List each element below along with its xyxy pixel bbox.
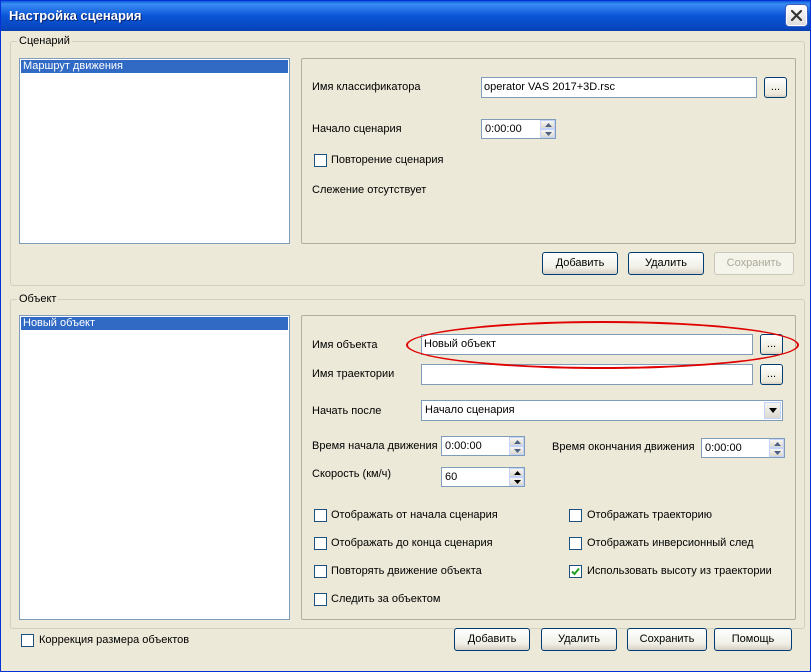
- speed-label: Скорость (км/ч): [312, 468, 392, 480]
- start-after-dropdown-button[interactable]: [764, 402, 781, 419]
- scenario-list[interactable]: Маршрут движения: [19, 58, 290, 244]
- spin-up-button[interactable]: [509, 468, 524, 477]
- trajectory-name-label: Имя траектории: [312, 368, 395, 380]
- trajectory-browse-button[interactable]: ...: [760, 364, 783, 385]
- show-contrail-checkbox[interactable]: [569, 537, 582, 550]
- use-trajectory-height-label: Использовать высоту из траектории: [587, 565, 772, 577]
- move-end-label: Время окончания движения: [552, 441, 695, 453]
- show-until-end-label: Отображать до конца сценария: [331, 537, 493, 549]
- start-after-value: Начало сценария: [425, 404, 515, 416]
- list-item[interactable]: Новый объект: [21, 317, 288, 330]
- object-name-input[interactable]: Новый объект: [421, 334, 753, 355]
- scenario-group-legend: Сценарий: [17, 35, 72, 48]
- move-end-time-value: 0:00:00: [705, 442, 742, 454]
- scenario-start-time-value: 0:00:00: [485, 123, 522, 135]
- show-trajectory-checkbox[interactable]: [569, 509, 582, 522]
- close-button[interactable]: [786, 5, 807, 26]
- move-start-label: Время начала движения: [312, 440, 438, 452]
- scenario-delete-button[interactable]: Удалить: [628, 252, 704, 275]
- object-save-button[interactable]: Сохранить: [627, 628, 707, 651]
- spin-up-button[interactable]: [769, 439, 784, 448]
- object-group-legend: Объект: [17, 293, 59, 306]
- classifier-input[interactable]: operator VAS 2017+3D.rsc: [481, 77, 757, 98]
- repeat-object-movement-checkbox[interactable]: [314, 565, 327, 578]
- help-button[interactable]: Помощь: [714, 628, 792, 651]
- scenario-settings-dialog: Настройка сценария Сценарий Маршрут движ…: [0, 0, 811, 672]
- object-name-browse-button[interactable]: ...: [760, 334, 783, 355]
- classifier-label: Имя классификатора: [312, 81, 421, 93]
- repeat-scenario-checkbox[interactable]: [314, 154, 327, 167]
- list-item[interactable]: Маршрут движения: [21, 60, 288, 73]
- move-start-time-value: 0:00:00: [445, 440, 482, 452]
- trajectory-name-input[interactable]: [421, 364, 753, 385]
- follow-object-checkbox[interactable]: [314, 593, 327, 606]
- scenario-add-button[interactable]: Добавить: [542, 252, 618, 275]
- scenario-start-label: Начало сценария: [312, 123, 402, 135]
- use-trajectory-height-checkbox[interactable]: [569, 565, 582, 578]
- spin-down-button[interactable]: [509, 477, 524, 486]
- classifier-browse-button[interactable]: ...: [764, 77, 787, 98]
- spin-down-button[interactable]: [540, 129, 555, 138]
- spin-down-button[interactable]: [509, 446, 524, 455]
- scenario-save-button[interactable]: Сохранить: [714, 252, 794, 275]
- object-add-button[interactable]: Добавить: [454, 628, 530, 651]
- start-after-select[interactable]: Начало сценария: [421, 400, 783, 421]
- spin-up-button[interactable]: [509, 437, 524, 446]
- repeat-scenario-label: Повторение сценария: [331, 154, 444, 166]
- resize-correction-checkbox[interactable]: [21, 634, 34, 647]
- window-title: Настройка сценария: [9, 8, 142, 23]
- scenario-start-time-spinner[interactable]: 0:00:00: [481, 119, 556, 139]
- start-after-label: Начать после: [312, 405, 382, 417]
- spin-down-button[interactable]: [769, 448, 784, 457]
- move-end-time-spinner[interactable]: 0:00:00: [701, 438, 785, 458]
- show-trajectory-label: Отображать траекторию: [587, 509, 713, 521]
- title-bar: Настройка сценария: [1, 1, 810, 31]
- speed-spinner[interactable]: 60: [441, 467, 525, 487]
- show-contrail-label: Отображать инверсионный след: [587, 537, 754, 549]
- spin-up-button[interactable]: [540, 120, 555, 129]
- object-name-label: Имя объекта: [312, 339, 378, 351]
- object-list[interactable]: Новый объект: [19, 315, 290, 620]
- show-from-start-label: Отображать от начала сценария: [331, 509, 498, 521]
- follow-object-label: Следить за объектом: [331, 593, 441, 605]
- resize-correction-label: Коррекция размера объектов: [39, 634, 190, 646]
- speed-value: 60: [445, 471, 458, 483]
- tracking-status-text: Слежение отсутствует: [312, 184, 427, 196]
- move-start-time-spinner[interactable]: 0:00:00: [441, 436, 525, 456]
- repeat-object-movement-label: Повторять движение объекта: [331, 565, 482, 577]
- object-delete-button[interactable]: Удалить: [541, 628, 617, 651]
- show-until-end-checkbox[interactable]: [314, 537, 327, 550]
- show-from-start-checkbox[interactable]: [314, 509, 327, 522]
